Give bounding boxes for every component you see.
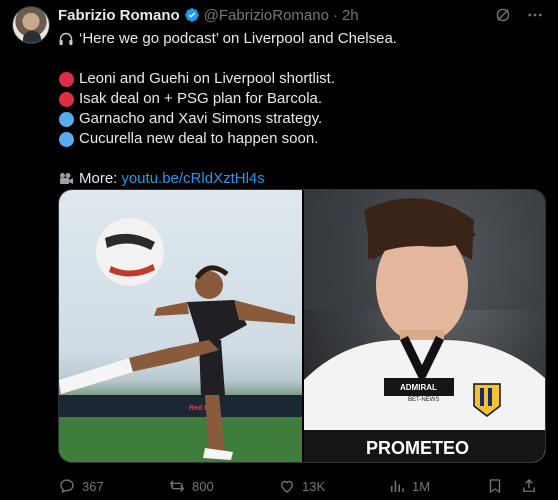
repost-count: 800 [192,478,214,494]
heart-icon [281,480,293,493]
reply-count: 367 [82,478,104,494]
reply-button[interactable]: 367 [58,477,168,495]
avatar[interactable] [12,6,50,44]
player-portrait-image: ADMIRAL BET-NEWS PROMETEO [304,190,545,462]
more-options-icon[interactable] [526,6,544,24]
blue-circle-icon [58,111,74,127]
timestamp[interactable]: 2h [342,7,359,24]
bullet-text: Leoni and Guehi on Liverpool shortlist. [79,70,335,87]
verified-badge-icon [184,8,199,22]
red-circle-icon [58,71,74,87]
share-icon [523,479,535,492]
movie-camera-icon [58,171,74,187]
header-actions [494,6,544,24]
photo-player-portrait[interactable]: ADMIRAL BET-NEWS PROMETEO [304,190,545,462]
like-button[interactable]: 13K [278,477,388,495]
separator-dot: · [332,6,338,24]
bullet-item: Cucurella new deal to happen soon. [58,129,544,149]
bullet-item: Garnacho and Xavi Simons strategy. [58,109,544,129]
red-circle-icon [58,91,74,107]
media-grid[interactable]: Red Bull ADMIRAL BET-NEWS PROMETEO [58,189,546,463]
like-count: 13K [302,478,326,494]
repost-button[interactable]: 800 [168,477,268,495]
view-count: 1M [412,478,431,494]
tweet[interactable]: Fabrizio Romano @FabrizioRomano · 2h ‘He… [0,0,558,500]
bullet-text: Garnacho and Xavi Simons strategy. [79,110,323,127]
tweet-text: ‘Here we go podcast’ on Liverpool and Ch… [58,29,544,189]
bullet-item: Isak deal on + PSG plan for Barcola. [58,89,544,109]
shirt-text: PROMETEO [366,438,469,458]
bookmark-button[interactable] [486,477,520,495]
views-button[interactable]: 1M [388,477,486,495]
headphones-icon [58,31,74,47]
sponsor-sub-text: BET-NEWS [408,397,439,403]
bookmark-icon [489,479,501,494]
bullet-text: Cucurella new deal to happen soon. [79,130,319,147]
reply-icon [60,479,74,494]
more-line: More: youtu.be/cRldXztHl4s [58,169,544,189]
photo-player-kick[interactable]: Red Bull [59,190,302,462]
bullet-text: Isak deal on + PSG plan for Barcola. [79,90,323,107]
analytics-icon [391,480,404,492]
sponsor-top-text: ADMIRAL [400,383,437,392]
text-line: ‘Here we go podcast’ on Liverpool and Ch… [58,29,544,49]
intro-text: ‘Here we go podcast’ on Liverpool and Ch… [79,30,397,47]
bullet-item: Leoni and Guehi on Liverpool shortlist. [58,69,544,89]
author-handle[interactable]: @FabrizioRomano [204,7,329,24]
youtube-link[interactable]: youtu.be/cRldXztHl4s [121,169,264,189]
more-label: More: [79,170,118,187]
blue-circle-icon [58,131,74,147]
action-bar: 367 800 13K 1M [58,476,544,496]
share-button[interactable] [520,477,538,495]
player-kick-image: Red Bull [59,218,302,462]
tweet-header: Fabrizio Romano @FabrizioRomano · 2h [58,6,544,24]
grok-icon[interactable] [494,6,512,24]
author-name[interactable]: Fabrizio Romano [58,7,180,24]
tweet-content: Fabrizio Romano @FabrizioRomano · 2h ‘He… [58,6,544,189]
repost-icon [169,480,185,492]
